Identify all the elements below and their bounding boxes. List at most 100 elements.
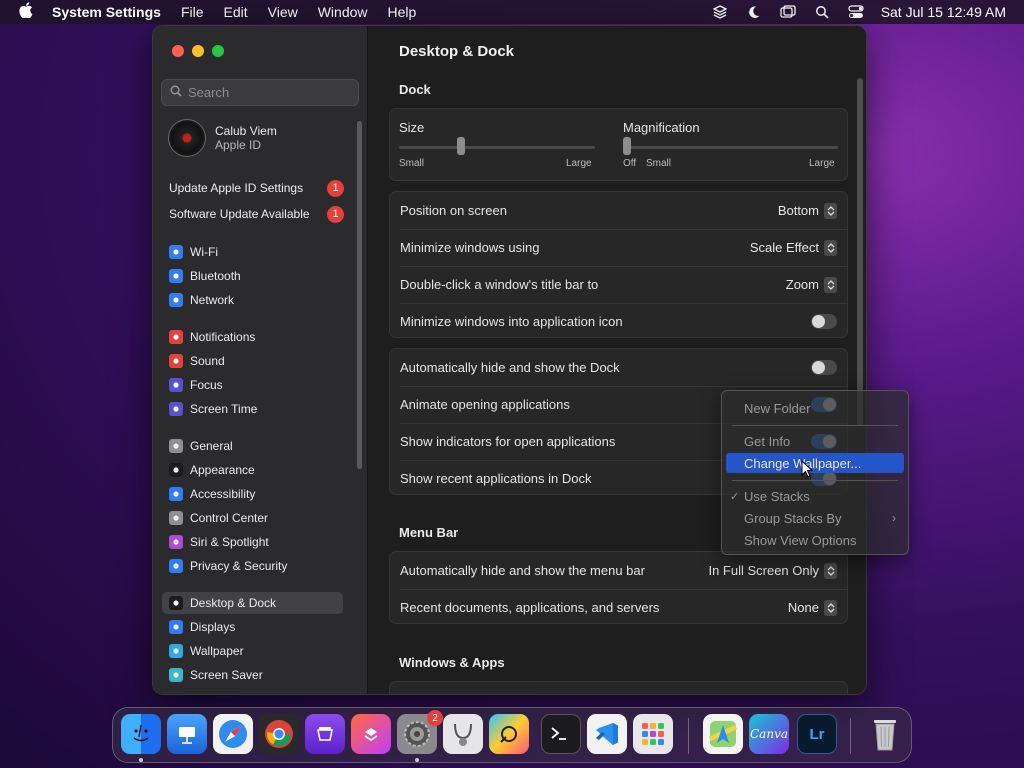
layers-status-icon[interactable] <box>711 4 729 20</box>
menu-file[interactable]: File <box>181 4 204 20</box>
sidebar-scrollbar[interactable] <box>357 121 362 469</box>
notification-badge: 1 <box>327 179 344 197</box>
sidebar-item-sound[interactable]: Sound <box>162 350 343 372</box>
section-menu-bar: Menu Bar <box>399 525 459 540</box>
sidebar-item-siri-and-spotlight[interactable]: Siri & Spotlight <box>162 531 343 553</box>
context-menu-item-get-info[interactable]: Get Info <box>726 431 904 451</box>
context-menu-item-show-view-options[interactable]: Show View Options <box>726 530 904 550</box>
sidebar-item-label: Wi-Fi <box>190 245 218 259</box>
menu-view[interactable]: View <box>268 4 298 20</box>
mouse-pointer-icon <box>801 459 814 483</box>
sidebar-item-label: Displays <box>190 620 236 634</box>
main-scrollbar[interactable] <box>857 78 863 426</box>
minimize-window-button[interactable] <box>192 45 204 57</box>
setting-label: Double-click a window's title bar to <box>400 277 599 292</box>
setting-popup-button[interactable]: Bottom <box>778 202 837 219</box>
size-slider-track[interactable] <box>399 146 595 149</box>
safari-icon[interactable] <box>213 714 253 754</box>
chrome-icon[interactable] <box>259 714 299 754</box>
system-information-icon[interactable] <box>489 714 529 754</box>
context-menu-item-use-stacks[interactable]: ✓ Use Stacks <box>726 486 904 506</box>
sidebar-item-label: Desktop & Dock <box>190 596 277 610</box>
setting-label: Animate opening applications <box>400 397 570 412</box>
toggle-knob <box>812 361 825 374</box>
updown-chevron-icon <box>824 276 837 293</box>
hand-icon <box>169 559 183 573</box>
dock: 2 Canva Lr <box>112 707 912 763</box>
terminal-icon[interactable] <box>541 714 581 754</box>
zoom-window-button[interactable] <box>212 45 224 57</box>
app-name-menu[interactable]: System Settings <box>52 4 161 20</box>
size-min-label: Small <box>399 158 425 169</box>
update-apple-id-settings[interactable]: Update Apple ID Settings 1 <box>169 178 344 198</box>
launchpad-icon[interactable] <box>633 714 673 754</box>
hosting-app-icon[interactable] <box>305 714 345 754</box>
close-window-button[interactable] <box>172 45 184 57</box>
setting-popup-button[interactable]: In Full Screen Only <box>708 562 837 579</box>
setting-popup-button[interactable]: None <box>788 599 837 616</box>
menu-window[interactable]: Window <box>318 4 368 20</box>
setting-popup-button[interactable]: Scale Effect <box>750 239 837 256</box>
context-menu-item-group-stacks-by[interactable]: Group Stacks By › <box>726 508 904 528</box>
sidebar-item-control-center[interactable]: Control Center <box>162 507 343 529</box>
apple-id-profile[interactable]: Calub Viem Apple ID <box>168 119 277 157</box>
sidebar-item-focus[interactable]: Focus <box>162 374 343 396</box>
hourglass-icon <box>169 402 183 416</box>
spotlight-search-icon[interactable] <box>813 4 831 20</box>
software-update-available[interactable]: Software Update Available 1 <box>169 204 344 224</box>
context-menu-item-new-folder[interactable]: New Folder <box>726 398 904 418</box>
display-icon <box>169 620 183 634</box>
sidebar-item-notifications[interactable]: Notifications <box>162 326 343 348</box>
menubar-clock[interactable]: Sat Jul 15 12:49 AM <box>881 4 1006 20</box>
search-icon <box>170 85 182 100</box>
disk-utility-icon[interactable] <box>443 714 483 754</box>
menu-separator <box>732 480 898 481</box>
keynote-icon[interactable] <box>167 714 207 754</box>
trash-icon[interactable] <box>865 714 905 754</box>
sidebar-item-accessibility[interactable]: Accessibility <box>162 483 343 505</box>
setting-toggle[interactable] <box>811 314 837 329</box>
sidebar-item-label: Appearance <box>190 463 255 477</box>
sidebar-item-screen-saver[interactable]: Screen Saver <box>162 664 343 686</box>
sidebar-item-appearance[interactable]: Appearance <box>162 459 343 481</box>
apple-menu-icon[interactable] <box>18 2 34 22</box>
lightroom-icon[interactable]: Lr <box>797 714 837 754</box>
toggle-knob <box>812 315 825 328</box>
popup-value: Zoom <box>785 277 819 292</box>
maps-icon[interactable] <box>703 714 743 754</box>
setting-row-double-click-a-window-s-title-bar-to: Double-click a window's title bar to Zoom <box>400 266 837 303</box>
magnification-label: Magnification <box>623 120 700 135</box>
vscode-icon[interactable] <box>587 714 627 754</box>
sidebar-item-label: Privacy & Security <box>190 559 288 573</box>
control-center-status-icon[interactable] <box>847 4 865 20</box>
sidebar-item-displays[interactable]: Displays <box>162 616 343 638</box>
sidebar-item-wi-fi[interactable]: Wi-Fi <box>162 241 343 263</box>
context-menu-item-change-wallpaper[interactable]: Change Wallpaper... <box>726 453 904 473</box>
sidebar-item-bluetooth[interactable]: Bluetooth <box>162 265 343 287</box>
menu-bar: System Settings File Edit View Window He… <box>0 0 1024 24</box>
sidebar-item-screen-time[interactable]: Screen Time <box>162 398 343 420</box>
menu-edit[interactable]: Edit <box>224 4 248 20</box>
sidebar-item-privacy-and-security[interactable]: Privacy & Security <box>162 555 343 577</box>
canva-icon[interactable]: Canva <box>749 714 789 754</box>
sidebar: Search Calub Viem Apple ID Update Apple … <box>153 26 368 694</box>
setting-popup-button[interactable]: Zoom <box>785 276 837 293</box>
magnification-slider-thumb[interactable] <box>623 137 631 155</box>
main-content: Desktop & Dock Dock Size Small Large Mag… <box>369 26 866 694</box>
moon-status-icon[interactable] <box>745 4 763 20</box>
sidebar-item-general[interactable]: General <box>162 435 343 457</box>
setting-toggle[interactable] <box>811 360 837 375</box>
shortcuts-icon[interactable] <box>351 714 391 754</box>
setting-label: Automatically hide and show the Dock <box>400 360 620 375</box>
search-field[interactable]: Search <box>161 79 359 106</box>
setting-row-position-on-screen: Position on screen Bottom <box>400 192 837 229</box>
finder-icon[interactable] <box>121 714 161 754</box>
size-slider-thumb[interactable] <box>457 137 466 155</box>
sidebar-item-wallpaper[interactable]: Wallpaper <box>162 640 343 662</box>
magnification-slider-track[interactable] <box>623 146 838 149</box>
sidebar-item-desktop-and-dock[interactable]: Desktop & Dock <box>162 592 343 614</box>
screen-mirroring-icon[interactable] <box>779 4 797 20</box>
page-title: Desktop & Dock <box>399 43 515 60</box>
menu-help[interactable]: Help <box>388 4 417 20</box>
sidebar-item-network[interactable]: Network <box>162 289 343 311</box>
